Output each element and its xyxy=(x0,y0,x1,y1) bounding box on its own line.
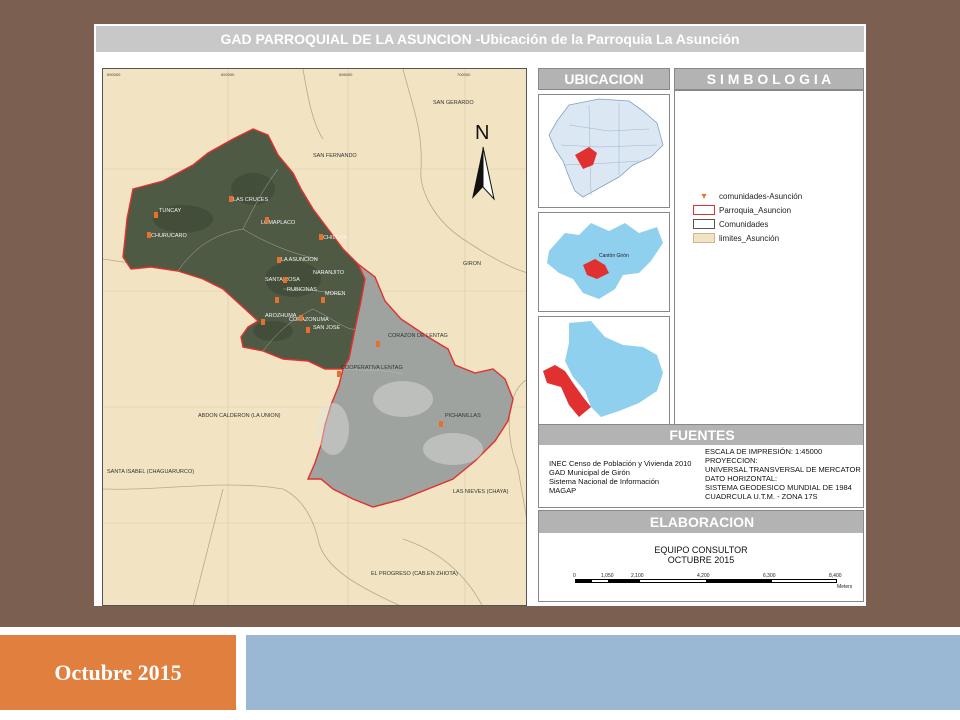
community-label: LAS CRUCES xyxy=(233,197,268,203)
community-label: MOREN xyxy=(325,291,346,297)
fuentes-header: FUENTES xyxy=(539,425,863,445)
team-label: EQUIPO CONSULTOR xyxy=(654,545,748,555)
footer-bar xyxy=(246,635,960,710)
neighbor-label: EL PROGRESO (CAB.EN ZHIOTA) xyxy=(371,571,458,577)
simbologia-header: S I M B O L O G I A xyxy=(674,68,864,90)
community-marker-icon: ▾ xyxy=(701,191,707,202)
azuay-locator-map: Cantón Girón xyxy=(538,212,670,312)
elaboracion-header: ELABORACION xyxy=(539,511,863,533)
community-label: RUBICINAS xyxy=(287,287,317,293)
giron-locator-map xyxy=(538,316,670,426)
community-label: NARANJITO xyxy=(313,270,345,276)
community-label: PICHANILLAS xyxy=(445,413,481,419)
community-label: TUNCAY xyxy=(159,208,182,214)
legend-item: Parroquia_Asuncion xyxy=(693,205,791,215)
scale-bar xyxy=(575,579,837,583)
legend-item: Comunidades xyxy=(693,219,768,229)
main-map-svg: SAN GERARDO SAN FERNANDO GIRON ABDON CAL… xyxy=(103,69,526,605)
neighbor-label: SAN GERARDO xyxy=(433,100,474,106)
neighbor-label: ABDON CALDERON (LA UNION) xyxy=(198,413,281,419)
map-title: GAD PARROQUIAL DE LA ASUNCION -Ubicación… xyxy=(96,26,864,52)
community-label: CHILCHIL xyxy=(323,235,348,241)
footer-date: Octubre 2015 xyxy=(0,635,236,710)
svg-text:N: N xyxy=(475,122,489,144)
sources-list: INEC Censo de Población y Vivienda 2010 … xyxy=(549,459,692,495)
projection-details: ESCALA DE IMPRESIÓN: 1:45000 PROYECCION:… xyxy=(705,447,861,501)
svg-text:692000: 692000 xyxy=(221,72,235,77)
date-label: OCTUBRE 2015 xyxy=(667,555,735,565)
community-label: SANTA ROSA xyxy=(265,277,300,283)
parish-swatch xyxy=(693,205,715,215)
map-sheet: GAD PARROQUIAL DE LA ASUNCION -Ubicación… xyxy=(94,24,866,606)
main-map: SAN GERARDO SAN FERNANDO GIRON ABDON CAL… xyxy=(102,68,527,606)
legend-panel: ▾ comunidades-Asunción Parroquia_Asuncio… xyxy=(674,90,864,426)
communities-swatch xyxy=(693,219,715,229)
community-label: CORAZONUMA xyxy=(289,317,329,323)
community-label: CHURUCARO xyxy=(151,233,187,239)
neighbor-label: SANTA ISABEL (CHAGUARURCO) xyxy=(107,469,194,475)
community-label: COOPERATIVA LENTAG xyxy=(341,365,403,371)
svg-text:700000: 700000 xyxy=(457,72,471,77)
sources-panel: FUENTES INEC Censo de Población y Vivien… xyxy=(538,424,864,508)
svg-text:696000: 696000 xyxy=(339,72,353,77)
legend-item: ▾ comunidades-Asunción xyxy=(693,191,802,202)
svg-text:690000: 690000 xyxy=(107,72,121,77)
ubicacion-header: UBICACION xyxy=(538,68,670,90)
neighbor-label: GIRON xyxy=(463,261,481,267)
community-label: SAN JOSE xyxy=(313,325,341,331)
ecuador-locator-map xyxy=(538,94,670,208)
neighbor-label: SAN FERNANDO xyxy=(313,153,357,159)
limits-swatch xyxy=(693,233,715,243)
community-label: LA ASUNCION xyxy=(281,257,318,263)
legend-item: limites_Asunción xyxy=(693,233,779,243)
community-label: CORAZON DE LENTAG xyxy=(388,333,448,339)
neighbor-label: LAS NIEVES (CHAYA) xyxy=(453,489,509,495)
canton-label: Cantón Girón xyxy=(599,253,629,259)
footer-divider xyxy=(0,627,960,635)
credits-panel: ELABORACION EQUIPO CONSULTOR OCTUBRE 201… xyxy=(538,510,864,602)
